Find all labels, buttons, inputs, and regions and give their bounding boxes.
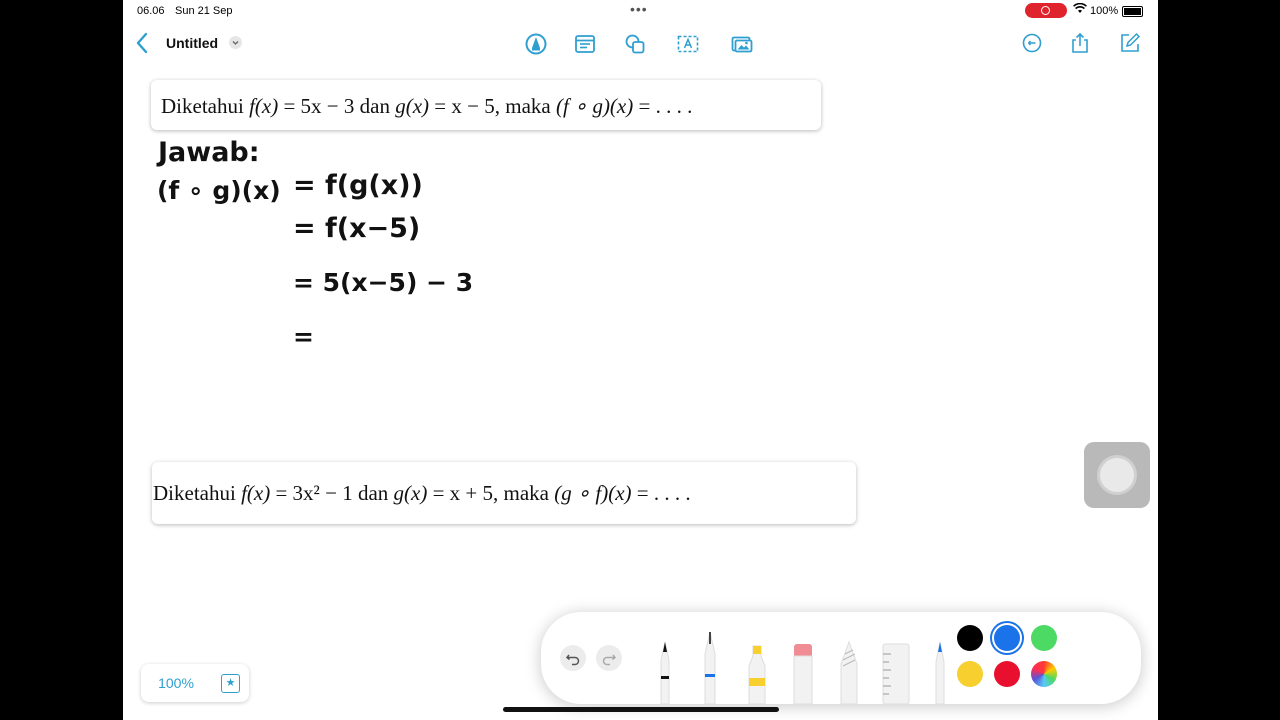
handwritten-lhs: (f ∘ g)(x) bbox=[157, 176, 281, 205]
history-icon[interactable] bbox=[1021, 32, 1043, 54]
status-time: 06.06 bbox=[137, 5, 165, 17]
zoom-control: 100% ★ bbox=[141, 664, 249, 702]
redo-icon[interactable] bbox=[596, 645, 622, 671]
handwritten-step-3: = 5(x−5) − 3 bbox=[293, 268, 474, 297]
lasso-tool-icon[interactable] bbox=[837, 640, 861, 704]
eraser-icon[interactable] bbox=[791, 642, 815, 704]
problem-math-g-def: = x − 5, maka bbox=[429, 94, 556, 118]
wifi-icon bbox=[1073, 2, 1087, 17]
handwritten-step-4: = bbox=[293, 322, 314, 351]
favorite-star-icon[interactable]: ★ bbox=[221, 674, 240, 693]
handwritten-step-2: = f(x−5) bbox=[293, 213, 421, 244]
chevron-down-icon[interactable] bbox=[229, 36, 242, 49]
battery-percent: 100% bbox=[1090, 5, 1119, 17]
media-insert-icon[interactable] bbox=[730, 32, 754, 56]
color-swatch-black[interactable] bbox=[957, 625, 983, 651]
problem-math-f-def: = 5x − 3 dan bbox=[278, 94, 396, 118]
problem-math-tail: = . . . . bbox=[633, 94, 693, 118]
problem-math-g: g(x) bbox=[393, 481, 428, 505]
ruler-icon[interactable] bbox=[881, 642, 911, 704]
back-chevron-icon[interactable] bbox=[131, 30, 153, 56]
color-swatch-green[interactable] bbox=[1031, 625, 1057, 651]
markup-pen-icon[interactable] bbox=[524, 32, 548, 56]
text-format-icon[interactable] bbox=[573, 32, 597, 56]
nav-bar: Untitled bbox=[123, 28, 1158, 58]
assistive-touch-knob-icon bbox=[1100, 458, 1134, 492]
undo-icon[interactable] bbox=[560, 645, 586, 671]
note-title[interactable]: Untitled bbox=[166, 35, 218, 51]
problem-math-composition: (f ∘ g)(x) bbox=[555, 94, 634, 118]
zoom-level[interactable]: 100% bbox=[141, 664, 211, 702]
problem-math-g: g(x) bbox=[395, 94, 430, 118]
problem-card-1[interactable]: Diketahui f(x) = 5x − 3 dan g(x) = x − 5… bbox=[151, 80, 821, 130]
color-swatch-yellow[interactable] bbox=[957, 661, 983, 687]
home-indicator[interactable] bbox=[503, 707, 779, 712]
handwritten-label-jawab: Jawab: bbox=[158, 137, 260, 168]
share-icon[interactable] bbox=[1069, 32, 1091, 54]
assistive-touch-button[interactable] bbox=[1084, 442, 1150, 508]
problem-math-g-def: = x + 5, maka bbox=[427, 481, 555, 505]
fountain-pen-icon[interactable] bbox=[933, 640, 947, 704]
problem-math-tail: = . . . . bbox=[631, 481, 691, 505]
highlighter-icon[interactable] bbox=[745, 642, 769, 704]
battery-icon bbox=[1122, 6, 1143, 17]
status-bar: 06.06 Sun 21 Sep ••• 100% bbox=[123, 0, 1158, 22]
handwritten-step-1: = f(g(x)) bbox=[293, 170, 423, 201]
text-box-icon[interactable] bbox=[676, 32, 700, 56]
problem-math-f: f(x) bbox=[249, 94, 279, 118]
color-swatch-red[interactable] bbox=[994, 661, 1020, 687]
color-swatch-blue[interactable] bbox=[994, 625, 1020, 651]
multitasking-dots[interactable]: ••• bbox=[630, 1, 648, 17]
color-picker-wheel-icon[interactable] bbox=[1031, 661, 1057, 687]
pen-tool-icon[interactable] bbox=[654, 640, 676, 704]
screen-recording-icon[interactable] bbox=[1025, 3, 1067, 18]
problem-math-f: f(x) bbox=[241, 481, 271, 505]
problem-text: Diketahui bbox=[153, 481, 242, 505]
compose-icon[interactable] bbox=[1119, 32, 1141, 54]
notes-screen: 06.06 Sun 21 Sep ••• 100% Untitled Diket… bbox=[123, 0, 1158, 720]
tool-palette bbox=[541, 612, 1141, 704]
problem-card-2[interactable]: Diketahui f(x) = 3x² − 1 dan g(x) = x + … bbox=[152, 462, 856, 524]
status-date: Sun 21 Sep bbox=[175, 5, 233, 17]
monoline-pen-icon[interactable] bbox=[699, 630, 721, 704]
shapes-icon[interactable] bbox=[623, 32, 647, 56]
problem-math-f-def: = 3x² − 1 dan bbox=[270, 481, 394, 505]
problem-text: Diketahui bbox=[161, 94, 250, 118]
problem-math-composition: (g ∘ f)(x) bbox=[554, 481, 632, 505]
